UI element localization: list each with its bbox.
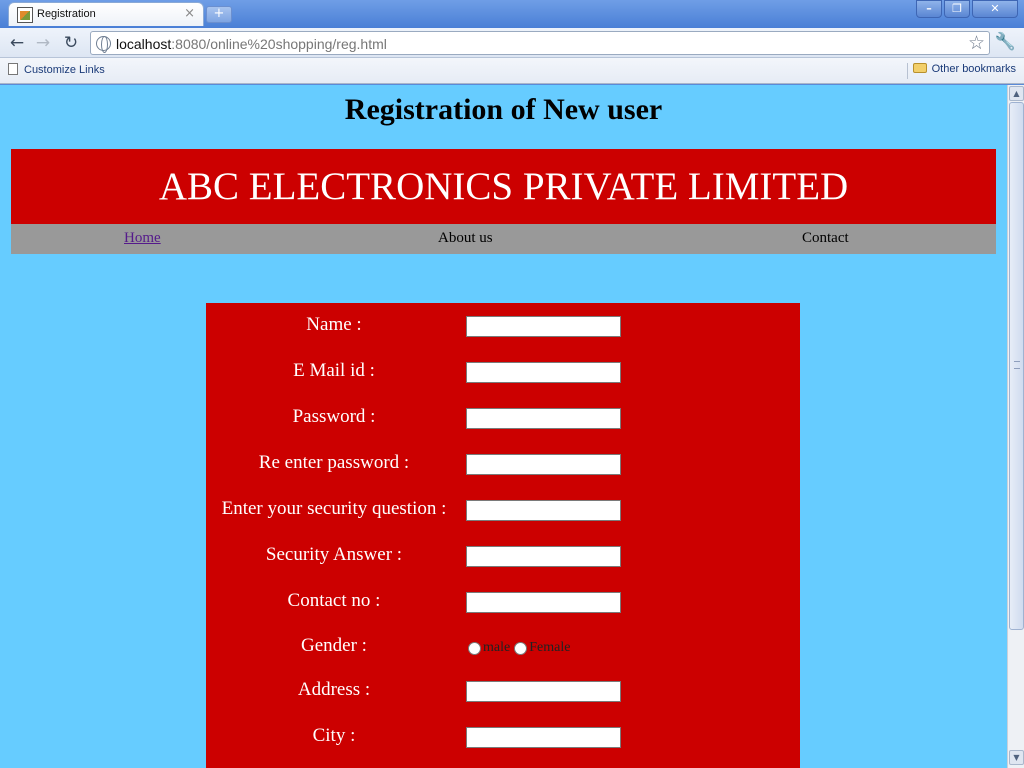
password-label: Password : xyxy=(292,406,376,427)
password-input[interactable] xyxy=(466,408,621,429)
form-row-reenter-password: Re enter password : xyxy=(206,451,800,475)
address-bar[interactable]: localhost:8080/online%20shopping/reg.htm… xyxy=(90,31,990,55)
form-row-email: E Mail id : xyxy=(206,359,800,383)
reload-icon[interactable]: ↻ xyxy=(60,33,82,53)
browser-tab[interactable]: Registration × xyxy=(8,2,204,26)
email-input[interactable] xyxy=(466,362,621,383)
scrollbar-thumb[interactable] xyxy=(1009,102,1024,630)
form-row-security-answer: Security Answer : xyxy=(206,543,800,567)
city-input[interactable] xyxy=(466,727,621,748)
restore-button[interactable]: ❐ xyxy=(944,0,970,18)
form-row-security-question: Enter your security question : xyxy=(206,497,800,521)
url-text: localhost:8080/online%20shopping/reg.htm… xyxy=(116,36,387,52)
registration-form: Name : E Mail id : Password : Re enter p… xyxy=(206,303,800,768)
form-row-gender: Gender : male Female xyxy=(206,634,800,658)
gender-label: Gender : xyxy=(301,635,367,656)
back-arrow-icon[interactable]: ← xyxy=(6,33,28,53)
globe-icon xyxy=(96,36,111,53)
form-row-contact: Contact no : xyxy=(206,589,800,613)
security-answer-label: Security Answer : xyxy=(265,544,403,565)
name-label: Name : xyxy=(306,314,362,335)
scrollbar-grip-icon xyxy=(1014,361,1020,369)
close-window-button[interactable]: ✕ xyxy=(972,0,1018,18)
reenter-password-label: Re enter password : xyxy=(258,452,410,473)
gender-female-label: Female xyxy=(529,640,571,655)
gender-female-radio[interactable] xyxy=(514,641,528,655)
forward-arrow-icon[interactable]: → xyxy=(32,33,54,53)
city-label: City : xyxy=(312,725,356,746)
page-scrollbar[interactable]: ▲ ▼ xyxy=(1007,85,1024,768)
browser-toolbar: ← → ↻ localhost:8080/online%20shopping/r… xyxy=(0,28,1024,58)
security-question-input[interactable] xyxy=(466,500,621,521)
gender-male-radio[interactable] xyxy=(468,641,481,655)
email-label: E Mail id : xyxy=(293,360,375,381)
form-row-name: Name : xyxy=(206,313,800,337)
minimize-button[interactable]: – xyxy=(916,0,942,18)
site-nav: Home About us Contact xyxy=(11,224,996,254)
form-row-city: City : xyxy=(206,724,800,748)
bookmark-star-icon[interactable]: ☆ xyxy=(968,32,985,54)
wrench-icon[interactable]: 🔧 xyxy=(995,32,1016,52)
company-name: ABC ELECTRONICS PRIVATE LIMITED xyxy=(158,165,849,208)
security-answer-input[interactable] xyxy=(466,546,621,567)
bookmark-separator xyxy=(907,63,908,79)
bookmark-other-bookmarks[interactable]: Other bookmarks xyxy=(912,63,1016,75)
address-label: Address : xyxy=(297,679,371,700)
bookmark-customize-links[interactable]: Customize Links xyxy=(8,63,105,76)
gender-male-label: male xyxy=(483,640,511,655)
scroll-up-arrow-icon[interactable]: ▲ xyxy=(1009,86,1024,101)
page-viewport: Registration of New user ABC ELECTRONICS… xyxy=(0,85,1007,768)
page-title: Registration of New user xyxy=(344,93,663,126)
form-row-password: Password : xyxy=(206,405,800,429)
address-input[interactable] xyxy=(466,681,621,702)
security-question-label: Enter your security question : xyxy=(221,498,447,519)
tab-title: Registration xyxy=(37,8,96,20)
bookmarks-bar: Customize Links Other bookmarks xyxy=(0,58,1024,84)
page-icon xyxy=(8,63,18,75)
page-favicon-icon xyxy=(17,7,33,23)
nav-link-home[interactable]: Home xyxy=(124,230,161,247)
contact-label: Contact no : xyxy=(287,590,381,611)
name-input[interactable] xyxy=(466,316,621,337)
form-row-address: Address : xyxy=(206,678,800,702)
folder-icon xyxy=(912,63,927,73)
nav-link-contact[interactable]: Contact xyxy=(802,230,849,247)
contact-input[interactable] xyxy=(466,592,621,613)
company-banner: ABC ELECTRONICS PRIVATE LIMITED xyxy=(11,149,996,224)
nav-link-about-us[interactable]: About us xyxy=(438,230,493,247)
new-tab-button[interactable]: + xyxy=(206,6,232,23)
scroll-down-arrow-icon[interactable]: ▼ xyxy=(1009,750,1024,765)
browser-title-bar: Registration × + – ❐ ✕ xyxy=(0,0,1024,28)
gender-options: male Female xyxy=(468,640,574,656)
window-controls: – ❐ ✕ xyxy=(916,0,1018,18)
tab-close-icon[interactable]: × xyxy=(184,6,195,21)
reenter-password-input[interactable] xyxy=(466,454,621,475)
